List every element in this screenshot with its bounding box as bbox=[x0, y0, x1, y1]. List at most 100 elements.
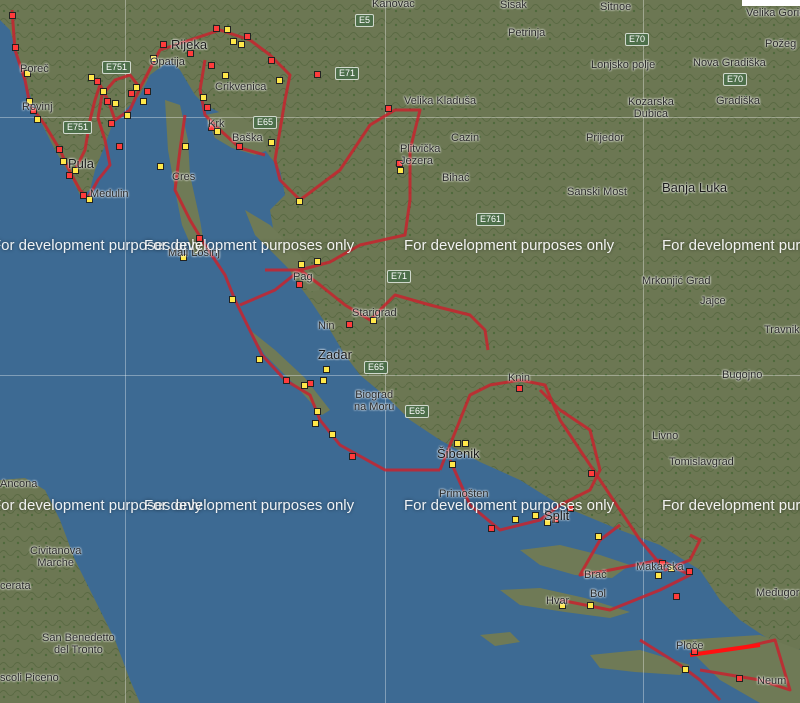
waypoint-marker[interactable] bbox=[736, 675, 743, 682]
waypoint-marker[interactable] bbox=[230, 38, 237, 45]
watermark-text: For development purposes only bbox=[662, 497, 800, 514]
waypoint-marker[interactable] bbox=[256, 356, 263, 363]
waypoint-marker[interactable] bbox=[116, 143, 123, 150]
waypoint-marker[interactable] bbox=[208, 62, 215, 69]
place-label: Lonjsko polje bbox=[591, 59, 656, 71]
place-label: Starigrad bbox=[352, 307, 397, 319]
waypoint-marker[interactable] bbox=[204, 104, 211, 111]
waypoint-marker[interactable] bbox=[236, 143, 243, 150]
place-label: Kozarska Dubica bbox=[628, 96, 674, 120]
route-path-zadar-knin bbox=[438, 378, 702, 572]
waypoint-marker[interactable] bbox=[268, 139, 275, 146]
waypoint-marker[interactable] bbox=[314, 258, 321, 265]
place-label: Baška bbox=[232, 132, 263, 144]
map-canvas[interactable]: E5 E70 E70 E71 E751 E751 E65 E761 E71 E6… bbox=[0, 0, 800, 703]
place-label: Plitvička Jezera bbox=[400, 143, 441, 167]
road-shield: E65 bbox=[405, 405, 430, 418]
place-label: Kanovac bbox=[372, 0, 415, 10]
place-label: Bugojno bbox=[722, 369, 763, 381]
waypoint-marker[interactable] bbox=[128, 90, 135, 97]
place-label: Travnik bbox=[764, 324, 800, 336]
waypoint-marker[interactable] bbox=[100, 88, 107, 95]
place-label: Šibenik bbox=[437, 446, 480, 461]
place-label: Sanski Most bbox=[567, 186, 627, 198]
waypoint-marker[interactable] bbox=[283, 377, 290, 384]
waypoint-marker[interactable] bbox=[56, 146, 63, 153]
waypoint-marker[interactable] bbox=[686, 568, 693, 575]
waypoint-marker[interactable] bbox=[385, 105, 392, 112]
waypoint-marker[interactable] bbox=[296, 198, 303, 205]
waypoint-marker[interactable] bbox=[244, 33, 251, 40]
road-shield: E70 bbox=[625, 33, 650, 46]
place-label: Banja Luka bbox=[662, 180, 728, 195]
place-label: Međugor bbox=[756, 587, 800, 599]
waypoint-marker[interactable] bbox=[224, 26, 231, 33]
waypoint-marker[interactable] bbox=[595, 533, 602, 540]
place-label: Prijedor bbox=[586, 132, 624, 144]
waypoint-marker[interactable] bbox=[587, 602, 594, 609]
waypoint-marker[interactable] bbox=[222, 72, 229, 79]
waypoint-marker[interactable] bbox=[94, 78, 101, 85]
place-label: Crikvenica bbox=[215, 81, 267, 93]
waypoint-marker[interactable] bbox=[329, 431, 336, 438]
route-layer bbox=[10, 9, 792, 702]
waypoint-marker[interactable] bbox=[34, 116, 41, 123]
place-label: Bol bbox=[590, 588, 606, 600]
waypoint-marker[interactable] bbox=[346, 321, 353, 328]
waypoint-marker[interactable] bbox=[200, 94, 207, 101]
watermark-text: For development purposes only bbox=[404, 497, 615, 514]
place-label: Brač bbox=[584, 569, 607, 581]
waypoint-marker[interactable] bbox=[307, 380, 314, 387]
waypoint-marker[interactable] bbox=[9, 12, 16, 19]
waypoint-marker[interactable] bbox=[682, 666, 689, 673]
waypoint-marker[interactable] bbox=[276, 77, 283, 84]
waypoint-marker[interactable] bbox=[588, 470, 595, 477]
waypoint-marker[interactable] bbox=[397, 167, 404, 174]
place-label: Zadar bbox=[318, 347, 352, 362]
place-label: Civitanova Marche bbox=[30, 545, 82, 569]
waypoint-marker[interactable] bbox=[449, 461, 456, 468]
waypoint-marker[interactable] bbox=[516, 385, 523, 392]
waypoint-marker[interactable] bbox=[512, 516, 519, 523]
place-label: Cazin bbox=[451, 132, 480, 144]
attribution-bar bbox=[742, 0, 800, 6]
waypoint-marker[interactable] bbox=[312, 420, 319, 427]
road-shield: E70 bbox=[723, 73, 748, 86]
waypoint-marker[interactable] bbox=[298, 261, 305, 268]
waypoint-marker[interactable] bbox=[323, 366, 330, 373]
waypoint-marker[interactable] bbox=[655, 572, 662, 579]
waypoint-marker[interactable] bbox=[349, 453, 356, 460]
road-shield: E65 bbox=[364, 361, 389, 374]
route-path-south bbox=[639, 638, 792, 702]
road-shield: E65 bbox=[253, 116, 278, 129]
place-label: San Benedetto del Tronto bbox=[42, 632, 115, 656]
place-label: Nin bbox=[318, 320, 335, 332]
road-shield: E5 bbox=[355, 14, 375, 27]
waypoint-marker[interactable] bbox=[673, 593, 680, 600]
waypoint-marker[interactable] bbox=[60, 158, 67, 165]
waypoint-marker[interactable] bbox=[133, 84, 140, 91]
place-label: Poreč bbox=[20, 63, 49, 75]
waypoint-marker[interactable] bbox=[314, 71, 321, 78]
waypoint-marker[interactable] bbox=[124, 112, 131, 119]
waypoint-marker[interactable] bbox=[112, 100, 119, 107]
place-label: scoli Piceno bbox=[0, 672, 59, 684]
place-label: Pula bbox=[68, 156, 95, 171]
waypoint-marker[interactable] bbox=[213, 25, 220, 32]
waypoint-marker[interactable] bbox=[157, 163, 164, 170]
waypoint-marker[interactable] bbox=[12, 44, 19, 51]
waypoint-marker[interactable] bbox=[488, 525, 495, 532]
waypoint-marker[interactable] bbox=[229, 296, 236, 303]
waypoint-marker[interactable] bbox=[182, 143, 189, 150]
waypoint-marker[interactable] bbox=[268, 57, 275, 64]
waypoint-marker[interactable] bbox=[320, 377, 327, 384]
waypoint-marker[interactable] bbox=[238, 41, 245, 48]
place-label: Neum bbox=[757, 675, 787, 687]
waypoint-marker[interactable] bbox=[160, 41, 167, 48]
waypoint-marker[interactable] bbox=[314, 408, 321, 415]
waypoint-marker[interactable] bbox=[108, 120, 115, 127]
road-shield: E71 bbox=[387, 270, 412, 283]
waypoint-marker[interactable] bbox=[144, 88, 151, 95]
waypoint-marker[interactable] bbox=[104, 98, 111, 105]
waypoint-marker[interactable] bbox=[140, 98, 147, 105]
